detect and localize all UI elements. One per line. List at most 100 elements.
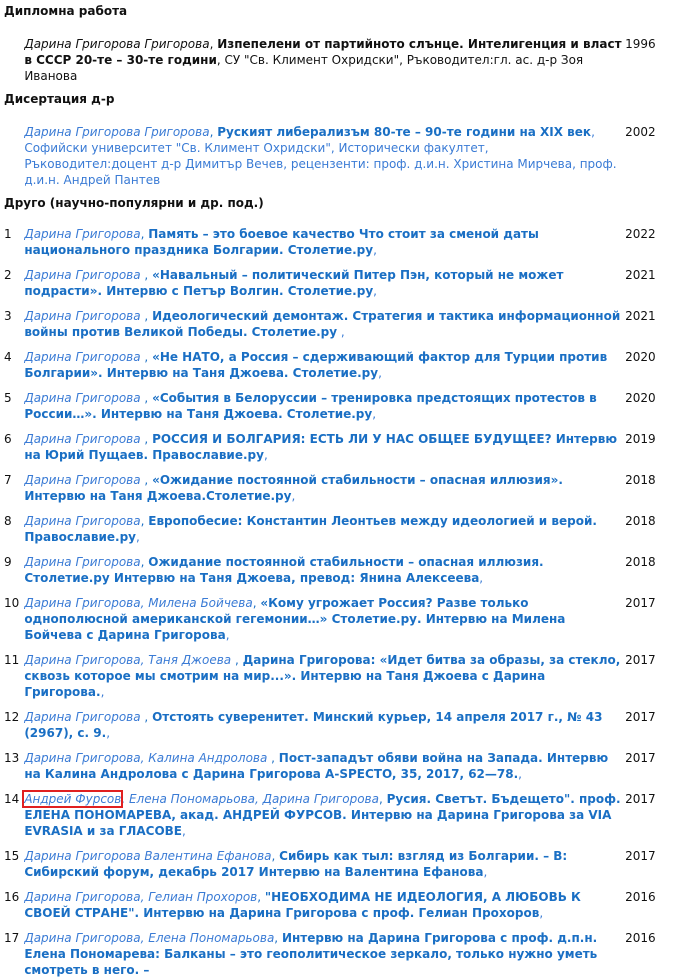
- separator: ,: [140, 391, 153, 405]
- author-link[interactable]: Дарина Григорова: [24, 391, 140, 405]
- author-link[interactable]: Дарина Григорова, Таня Джоева: [24, 653, 231, 667]
- publication-note: ,: [373, 243, 377, 257]
- item-number: 1: [4, 227, 12, 241]
- list-item: 9 Дарина Григорова, Ожидание постоянной с…: [0, 545, 686, 586]
- section-title-other: Друго (научно-популярни и др. под.): [4, 196, 264, 210]
- list-item: 1 Дарина Григорова, Память – это боевое к…: [0, 226, 686, 258]
- publications-page: Дипломна работа Дарина Григорова Григоро…: [0, 0, 686, 977]
- publication-year: 2017: [625, 849, 656, 863]
- separator: ,: [140, 350, 153, 364]
- item-number: 13: [4, 751, 20, 765]
- publication-note: ,: [479, 571, 484, 585]
- dissertation-row: Дарина Григорова Григорова, Руският либе…: [0, 124, 686, 188]
- item-number: 5: [4, 391, 12, 405]
- list-item: 15 Дарина Григорова Валентина Ефанова, Си…: [0, 839, 686, 880]
- publication-note: ,: [100, 685, 105, 699]
- list-item: 12 Дарина Григорова , Отстоять суверените…: [0, 700, 686, 741]
- publication-year: 2017: [625, 751, 656, 765]
- author-link[interactable]: Дарина Григорова: [24, 555, 140, 569]
- publication-note: ,: [518, 767, 522, 781]
- section-title-dissertation: Дисертация д-р: [4, 92, 115, 106]
- separator: ,: [267, 751, 279, 765]
- publication-year: 2021: [625, 309, 656, 323]
- author-link-highlighted[interactable]: Андрей Фурсов: [22, 790, 124, 808]
- diploma-author[interactable]: Дарина Григорова Григорова: [24, 37, 209, 51]
- item-number: 16: [4, 890, 20, 904]
- item-number: 8: [4, 514, 12, 528]
- list-item: 14 Андрей Фурсов, Елена Пономарьова, Дари…: [0, 782, 686, 839]
- author-link[interactable]: Дарина Григорова: [24, 473, 140, 487]
- separator: ,: [140, 309, 153, 323]
- dissertation-year: 2002: [625, 125, 656, 139]
- list-item: 6 Дарина Григорова , РОССИЯ И БОЛГАРИЯ: Е…: [0, 422, 686, 463]
- item-number: 6: [4, 432, 12, 446]
- publication-year: 2020: [625, 391, 656, 405]
- list-item: 13 Дарина Григорова, Калина Андролова , П…: [0, 741, 686, 782]
- author-link[interactable]: Дарина Григорова: [24, 710, 140, 724]
- publication-year: 2018: [625, 555, 656, 569]
- publication-year: 2018: [625, 514, 656, 528]
- separator: ,: [378, 792, 387, 806]
- item-number: 2: [4, 268, 12, 282]
- author-link[interactable]: Дарина Григорова, Елена Пономарьова: [24, 931, 274, 945]
- author-link[interactable]: , Елена Пономарьова, Дарина Григорова: [121, 792, 379, 806]
- publication-year: 2017: [625, 792, 656, 806]
- list-item: 16 Дарина Григорова, Гелиан Прохоров, "НЕ…: [0, 880, 686, 921]
- publication-note: ,: [373, 284, 377, 298]
- publication-year: 2017: [625, 596, 656, 610]
- publication-note: ,: [378, 366, 382, 380]
- section-title-diploma: Дипломна работа: [4, 4, 128, 18]
- author-link[interactable]: Дарина Григорова: [24, 309, 140, 323]
- publication-year: 2019: [625, 432, 656, 446]
- publication-year: 2022: [625, 227, 656, 241]
- item-number: 4: [4, 350, 12, 364]
- list-item: 17 Дарина Григорова, Елена Пономарьова, И…: [0, 921, 686, 978]
- diploma-table: Дарина Григорова Григорова, Изпепелени о…: [0, 36, 686, 84]
- list-item: 11 Дарина Григорова, Таня Джоева , Дарина…: [0, 643, 686, 700]
- publication-year: 2016: [625, 890, 656, 904]
- list-item: 8 Дарина Григорова, Европобесие: Констант…: [0, 504, 686, 545]
- publication-note: ,: [372, 407, 377, 421]
- author-link[interactable]: Дарина Григорова: [24, 227, 140, 241]
- item-number: 17: [4, 931, 20, 945]
- separator: ,: [140, 473, 153, 487]
- publication-note: ,: [263, 448, 268, 462]
- author-link[interactable]: Дарина Григорова, Гелиан Прохоров: [24, 890, 257, 904]
- list-item: 5 Дарина Григорова , «События в Белорусси…: [0, 381, 686, 422]
- separator: ,: [274, 931, 282, 945]
- publication-year: 2017: [625, 653, 656, 667]
- dissertation-title[interactable]: Руският либерализъм 80-те – 90-те години…: [217, 125, 591, 139]
- author-link[interactable]: Дарина Григорова, Милена Бойчева: [24, 596, 252, 610]
- item-number: 12: [4, 710, 20, 724]
- list-item: 2 Дарина Григорова , «Навальный – политич…: [0, 258, 686, 299]
- dissertation-author[interactable]: Дарина Григорова Григорова: [24, 125, 209, 139]
- item-number: 10: [4, 596, 20, 610]
- publication-year: 2021: [625, 268, 656, 282]
- publication-note: ,: [539, 906, 544, 920]
- list-item: 4 Дарина Григорова , «Не НАТО, а Россия –…: [0, 340, 686, 381]
- author-link[interactable]: Дарина Григорова: [24, 268, 140, 282]
- publication-note: ,: [225, 628, 230, 642]
- other-publications-table: 1 Дарина Григорова, Память – это боевое к…: [0, 226, 686, 978]
- item-number: 7: [4, 473, 12, 487]
- diploma-row: Дарина Григорова Григорова, Изпепелени о…: [0, 36, 686, 84]
- item-number: 11: [4, 653, 20, 667]
- publication-note: ,: [337, 325, 345, 339]
- separator: ,: [140, 432, 153, 446]
- author-link[interactable]: Дарина Григорова: [24, 350, 140, 364]
- author-link[interactable]: Дарина Григорова Валентина Ефанова: [24, 849, 271, 863]
- diploma-year: 1996: [625, 37, 656, 51]
- author-link[interactable]: Дарина Григорова: [24, 514, 140, 528]
- separator: ,: [257, 890, 265, 904]
- separator: ,: [140, 268, 153, 282]
- author-link[interactable]: Дарина Григорова, Калина Андролова: [24, 751, 267, 765]
- publication-year: 2016: [625, 931, 656, 945]
- item-number: 9: [4, 555, 12, 569]
- separator: ,: [140, 710, 153, 724]
- list-item: 10 Дарина Григорова, Милена Бойчева, «Ком…: [0, 586, 686, 643]
- publication-note: ,: [483, 865, 488, 879]
- publication-note: ,: [106, 726, 111, 740]
- item-number: 3: [4, 309, 12, 323]
- author-link[interactable]: Дарина Григорова: [24, 432, 140, 446]
- publication-note: ,: [291, 489, 296, 503]
